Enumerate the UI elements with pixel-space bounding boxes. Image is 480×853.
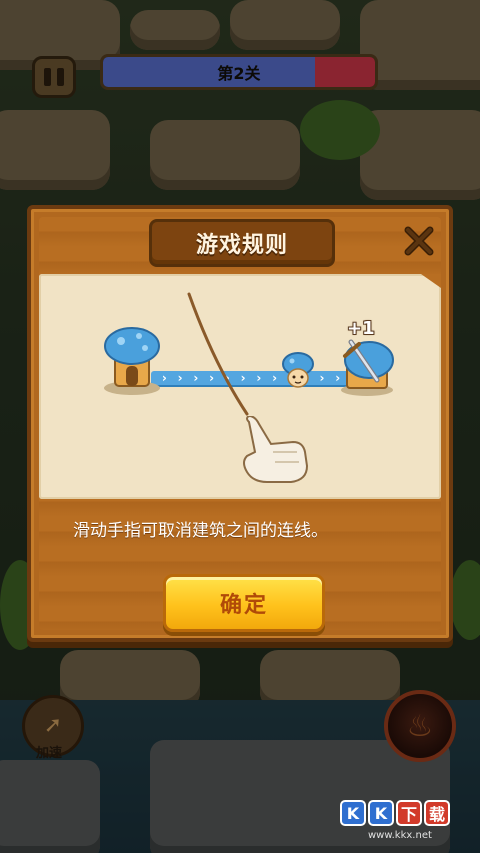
mushroom-unit-icon [282, 352, 314, 388]
watermark-url: www.kkx.net [368, 830, 432, 841]
connection-line: ›››››››››››› [151, 371, 351, 385]
rules-dialog: 游戏规则 ›››››››››››› [27, 205, 453, 642]
dialog-title-plate: 游戏规则 [149, 219, 335, 267]
pause-icon [44, 68, 51, 86]
hand-pointer-icon [243, 416, 309, 483]
close-button[interactable] [399, 221, 439, 261]
dialog-title: 游戏规则 [195, 233, 288, 258]
level-progress-bar: 第2关 [100, 54, 378, 90]
watermark-logo: K K 下 载 www.kkx.net [340, 800, 450, 841]
rocket-icon: ➚ [43, 713, 63, 738]
confirm-button[interactable]: 确定 [163, 574, 325, 632]
bonus-label: +1 [347, 318, 375, 339]
confirm-label: 确定 [219, 593, 268, 618]
rule-illustration: ›››››››››››› +1 [39, 274, 441, 499]
fire-skill-icon: ♨ [406, 708, 434, 744]
pause-button[interactable] [32, 56, 76, 98]
speed-up-label: 加速 [36, 746, 63, 761]
skill-button[interactable]: ♨ [384, 690, 456, 762]
level-label: 第2关 [217, 64, 261, 83]
mushroom-house-icon [104, 327, 160, 395]
enemy-building-icon [341, 339, 394, 396]
close-icon [404, 226, 434, 256]
rule-description: 滑动手指可取消建筑之间的连线。 [73, 521, 328, 541]
